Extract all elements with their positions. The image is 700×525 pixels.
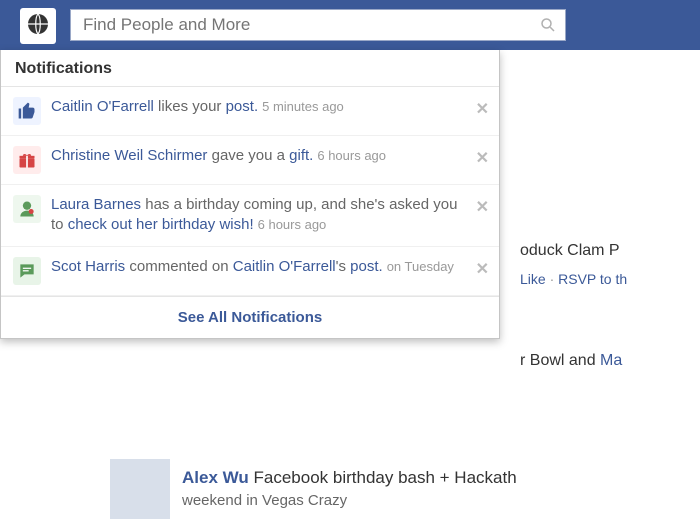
notification-person[interactable]: Laura Barnes (51, 196, 141, 213)
gift-icon (13, 146, 41, 174)
notification-time: 6 hours ago (258, 217, 327, 232)
notification-text: Scot Harris commented on Caitlin O'Farre… (51, 257, 487, 277)
notification-time: on Tuesday (387, 259, 454, 274)
search-icon[interactable] (535, 12, 561, 38)
notification-object[interactable]: gift. (289, 147, 313, 164)
close-icon[interactable]: ✕ (476, 259, 489, 279)
notification-time: 5 minutes ago (262, 99, 344, 114)
feed-post-text: Alex Wu Facebook birthday bash + Hackath… (182, 467, 517, 511)
close-icon[interactable]: ✕ (476, 197, 489, 217)
see-all-link[interactable]: See All Notifications (178, 309, 322, 326)
like-icon (13, 97, 41, 125)
notifications-dropdown: Notifications Caitlin O'Farrell likes yo… (0, 50, 500, 339)
search-input[interactable] (81, 14, 535, 36)
close-icon[interactable]: ✕ (476, 99, 489, 119)
notification-text: Laura Barnes has a birthday coming up, a… (51, 195, 487, 236)
notification-object[interactable]: post. (226, 98, 259, 115)
search-box[interactable] (70, 9, 566, 41)
birthday-icon (13, 195, 41, 223)
notification-item[interactable]: Caitlin O'Farrell likes your post.5 minu… (1, 87, 499, 136)
like-link[interactable]: Like (520, 271, 546, 287)
notifications-button[interactable] (20, 8, 56, 44)
notification-time: 6 hours ago (317, 148, 386, 163)
notifications-footer: See All Notifications (1, 296, 499, 338)
notification-text: Christine Weil Schirmer gave you a gift.… (51, 146, 487, 166)
feed-event-title: oduck Clam P (520, 240, 700, 262)
rsvp-link[interactable]: RSVP to th (558, 271, 627, 287)
close-icon[interactable]: ✕ (476, 148, 489, 168)
feed-event-actions: Like · RSVP to th (520, 270, 700, 290)
notification-item[interactable]: Laura Barnes has a birthday coming up, a… (1, 185, 499, 247)
notifications-header: Notifications (1, 50, 499, 87)
notification-person[interactable]: Christine Weil Schirmer (51, 147, 207, 164)
notification-item[interactable]: Scot Harris commented on Caitlin O'Farre… (1, 247, 499, 296)
notification-person-b[interactable]: Caitlin O'Farrell (233, 258, 336, 275)
notification-object[interactable]: check out her birthday wish! (68, 216, 254, 233)
feed-event-title: r Bowl and Ma (520, 350, 700, 372)
top-bar (0, 0, 700, 50)
avatar[interactable] (110, 459, 170, 519)
notification-person[interactable]: Caitlin O'Farrell (51, 98, 154, 115)
notification-item[interactable]: Christine Weil Schirmer gave you a gift.… (1, 136, 499, 185)
notification-object[interactable]: post. (350, 258, 383, 275)
comment-icon (13, 257, 41, 285)
globe-icon (26, 12, 50, 40)
feed-post[interactable]: Alex Wu Facebook birthday bash + Hackath… (110, 459, 700, 519)
feed-post-author[interactable]: Alex Wu (182, 468, 249, 487)
notification-person[interactable]: Scot Harris (51, 258, 125, 275)
notification-text: Caitlin O'Farrell likes your post.5 minu… (51, 97, 487, 117)
